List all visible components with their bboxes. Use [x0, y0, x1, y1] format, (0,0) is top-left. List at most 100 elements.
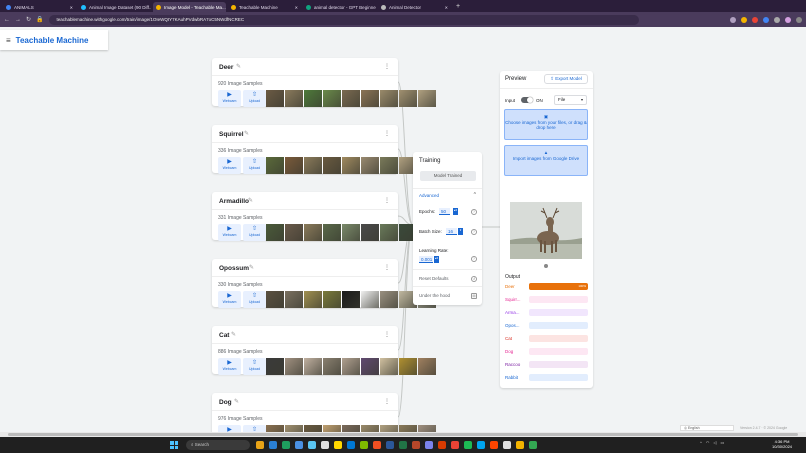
thumbnail-scrollbar[interactable]: [266, 375, 396, 376]
wifi-icon[interactable]: ◠: [706, 440, 710, 445]
puzzle-icon[interactable]: [774, 16, 780, 23]
taskbar-search[interactable]: ⌕ Search: [186, 440, 250, 450]
taskbar-app-icon[interactable]: [451, 441, 459, 449]
upload-button[interactable]: ⇧Upload: [243, 90, 266, 107]
sample-thumbnail[interactable]: [285, 224, 303, 241]
url-field[interactable]: teachablemachine.withgoogle.com/train/im…: [48, 14, 639, 25]
sample-thumbnail[interactable]: [361, 90, 379, 107]
sample-thumbnail[interactable]: [266, 291, 284, 308]
sample-thumbnail[interactable]: [380, 358, 398, 375]
sample-thumbnail[interactable]: [380, 224, 398, 241]
taskbar-app-icon[interactable]: [256, 441, 264, 449]
sample-thumbnail[interactable]: [418, 358, 436, 375]
sample-thumbnail[interactable]: [266, 358, 284, 375]
sample-thumbnail[interactable]: [399, 90, 417, 107]
sample-thumbnail[interactable]: [342, 157, 360, 174]
upload-button[interactable]: ⇧Upload: [243, 291, 266, 308]
back-icon[interactable]: ←: [4, 17, 10, 23]
chart-icon[interactable]: ▤: [471, 293, 477, 299]
google-drive-button[interactable]: ▲ Import images from Google Drive: [504, 145, 588, 176]
more-options-icon[interactable]: ⋮: [384, 398, 390, 405]
taskbar-app-icon[interactable]: [334, 441, 342, 449]
taskbar-app-icon[interactable]: [438, 441, 446, 449]
sample-thumbnail[interactable]: [323, 224, 341, 241]
sample-thumbnail[interactable]: [266, 224, 284, 241]
webcam-button[interactable]: ▶Webcam: [218, 224, 241, 241]
taskbar-app-icon[interactable]: [308, 441, 316, 449]
model-trained-button[interactable]: Model Trained: [420, 171, 476, 181]
more-options-icon[interactable]: ⋮: [384, 63, 390, 70]
sample-thumbnail[interactable]: [285, 358, 303, 375]
more-options-icon[interactable]: ⋮: [384, 130, 390, 137]
sample-thumbnail[interactable]: [380, 291, 398, 308]
taskbar-app-icon[interactable]: [282, 441, 290, 449]
upload-button[interactable]: ⇧Upload: [243, 358, 266, 375]
chevron-up-icon[interactable]: ^: [700, 440, 702, 445]
thumbnail-scrollbar[interactable]: [266, 308, 396, 309]
help-icon[interactable]: ?: [471, 256, 477, 262]
language-select[interactable]: ◎ English: [680, 425, 734, 431]
sample-thumbnail[interactable]: [323, 291, 341, 308]
reload-icon[interactable]: ↻: [26, 16, 31, 23]
sample-thumbnail[interactable]: [285, 291, 303, 308]
learning-rate-stepper[interactable]: ▴▾: [434, 256, 439, 263]
taskbar-clock[interactable]: 4:36 PM 10/30/2024: [772, 439, 792, 449]
webcam-button[interactable]: ▶Webcam: [218, 358, 241, 375]
taskbar-app-icon[interactable]: [321, 441, 329, 449]
taskbar-app-icon[interactable]: [516, 441, 524, 449]
reset-icon[interactable]: ↺: [471, 276, 477, 282]
extension-icon[interactable]: [763, 16, 769, 23]
sample-thumbnail[interactable]: [266, 90, 284, 107]
sample-thumbnail[interactable]: [323, 157, 341, 174]
taskbar-app-icon[interactable]: [503, 441, 511, 449]
help-icon[interactable]: ?: [471, 229, 477, 235]
sample-thumbnail[interactable]: [380, 157, 398, 174]
bookmark-star-icon[interactable]: [730, 16, 736, 23]
taskbar-app-icon[interactable]: [425, 441, 433, 449]
extension-icon[interactable]: [741, 16, 747, 23]
class-name[interactable]: Opossum: [219, 265, 249, 272]
webcam-button[interactable]: ▶Webcam: [218, 90, 241, 107]
class-name[interactable]: Armadillo: [219, 198, 249, 205]
sample-thumbnail[interactable]: [304, 157, 322, 174]
epochs-stepper[interactable]: ▴▾: [453, 208, 458, 215]
chevron-up-icon[interactable]: ^: [474, 192, 476, 198]
thumbnail-scrollbar[interactable]: [266, 241, 396, 242]
thumbnail-scrollbar[interactable]: [266, 174, 396, 175]
advanced-toggle[interactable]: Advanced: [419, 193, 439, 198]
sample-thumbnail[interactable]: [304, 224, 322, 241]
new-tab-button[interactable]: +: [456, 3, 460, 10]
sample-thumbnail[interactable]: [380, 90, 398, 107]
extension-icon[interactable]: [752, 16, 758, 23]
taskbar-app-icon[interactable]: [360, 441, 368, 449]
batch-size-select[interactable]: 16: [446, 228, 457, 235]
browser-tab[interactable]: animal detector - GPT Beginne...✕: [303, 2, 376, 12]
upload-button[interactable]: ⇧Upload: [243, 224, 266, 241]
class-name[interactable]: Cat: [219, 332, 229, 339]
taskbar-app-icon[interactable]: [347, 441, 355, 449]
file-source-select[interactable]: File ▾: [554, 95, 587, 105]
close-tab-icon[interactable]: ✕: [445, 5, 448, 10]
battery-icon[interactable]: ▭: [720, 440, 724, 445]
thumbnail-scrollbar[interactable]: [266, 107, 396, 108]
more-options-icon[interactable]: ⋮: [384, 331, 390, 338]
class-name[interactable]: Squirrel: [219, 131, 244, 138]
taskbar-app-icon[interactable]: [373, 441, 381, 449]
sample-thumbnail[interactable]: [342, 90, 360, 107]
close-tab-icon[interactable]: ✕: [295, 5, 298, 10]
sample-thumbnail[interactable]: [304, 90, 322, 107]
sample-thumbnail[interactable]: [323, 358, 341, 375]
more-options-icon[interactable]: ⋮: [384, 264, 390, 271]
menu-dots-icon[interactable]: [796, 16, 802, 23]
forward-icon[interactable]: →: [15, 17, 21, 23]
choose-files-dropzone[interactable]: ▣ Choose images from your files, or drag…: [504, 109, 588, 140]
browser-tab[interactable]: Teachable Machine ✕: [228, 2, 301, 12]
sample-thumbnail[interactable]: [418, 90, 436, 107]
browser-tab[interactable]: Animal Image Dataset (90 Diff...✕: [78, 2, 151, 12]
reset-defaults-button[interactable]: Reset Defaults: [419, 276, 449, 281]
edit-pencil-icon[interactable]: ✎: [249, 264, 254, 271]
browser-tab[interactable]: ANIMALS ✕: [3, 2, 76, 12]
taskbar-app-icon[interactable]: [386, 441, 394, 449]
taskbar-app-icon[interactable]: [399, 441, 407, 449]
sample-thumbnail[interactable]: [285, 90, 303, 107]
